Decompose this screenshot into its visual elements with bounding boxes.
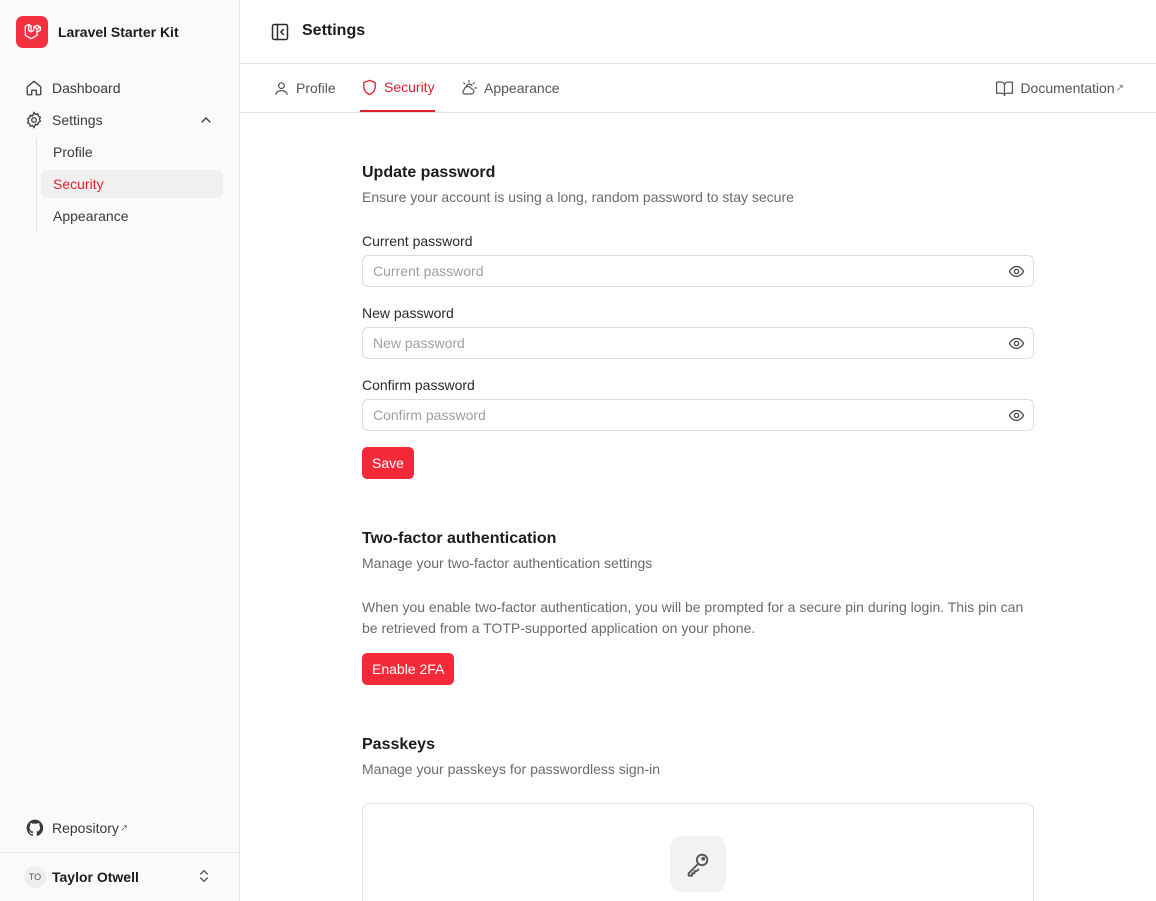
- passkeys-title: Passkeys: [362, 736, 435, 753]
- home-icon: [24, 78, 44, 98]
- sidebar-toggle-icon[interactable]: [270, 22, 290, 42]
- external-link-icon: ↗: [1115, 82, 1124, 94]
- chevron-up-down-icon: [196, 867, 212, 888]
- divider: [0, 852, 240, 853]
- sidebar-item-label: Settings: [52, 112, 103, 128]
- confirm-password-label: Confirm password: [362, 377, 475, 393]
- laravel-logo-icon: [16, 16, 48, 48]
- new-password-label: New password: [362, 305, 454, 321]
- sidebar-subitem-appearance[interactable]: Appearance: [41, 202, 223, 230]
- new-password-field: [362, 327, 1034, 359]
- tab-label: Appearance: [484, 80, 560, 96]
- sidebar-item-dashboard[interactable]: Dashboard: [24, 76, 224, 100]
- user-name: Taylor Otwell: [52, 869, 139, 885]
- tab-label: Profile: [296, 80, 336, 96]
- settings-tabs: Profile Security Appearance Documentatio…: [240, 64, 1156, 113]
- eye-icon[interactable]: [1007, 406, 1025, 424]
- confirm-password-input[interactable]: [363, 400, 983, 430]
- passkeys-card: [362, 803, 1034, 901]
- sidebar-nav: Dashboard Settings: [24, 76, 224, 140]
- github-icon: [24, 817, 46, 839]
- eye-icon[interactable]: [1007, 262, 1025, 280]
- tab-profile[interactable]: Profile: [272, 64, 336, 112]
- sidebar: Laravel Starter Kit Dashboard Settings P…: [0, 0, 240, 901]
- brand[interactable]: Laravel Starter Kit: [16, 16, 179, 48]
- sidebar-subitem-profile[interactable]: Profile: [41, 138, 223, 166]
- chevron-up-icon[interactable]: [198, 112, 214, 131]
- twofa-title: Two-factor authentication: [362, 530, 557, 547]
- tab-label: Security: [384, 79, 435, 95]
- twofa-description: Manage your two-factor authentication se…: [362, 555, 653, 571]
- update-password-description: Ensure your account is using a long, ran…: [362, 189, 794, 205]
- sidebar-subitem-security[interactable]: Security: [41, 170, 223, 198]
- topbar: Settings: [240, 0, 1156, 64]
- sun-cloud-icon: [460, 79, 478, 97]
- app-name: Laravel Starter Kit: [58, 24, 179, 40]
- passkeys-description: Manage your passkeys for passwordless si…: [362, 761, 661, 777]
- external-link-icon: ↗: [119, 822, 129, 834]
- enable-2fa-button[interactable]: Enable 2FA: [362, 653, 455, 685]
- user-menu[interactable]: TO Taylor Otwell: [24, 865, 224, 889]
- sidebar-item-label: Dashboard: [52, 80, 121, 96]
- save-button[interactable]: Save: [362, 447, 414, 479]
- confirm-password-field: [362, 399, 1034, 431]
- documentation-label: Documentation: [1020, 80, 1115, 96]
- avatar: TO: [24, 866, 46, 888]
- current-password-field: [362, 255, 1034, 287]
- book-open-icon: [994, 78, 1014, 98]
- shield-icon: [360, 78, 378, 96]
- repository-link[interactable]: Repository ↗: [24, 817, 128, 839]
- settings-subnav: Profile Security Appearance: [36, 138, 224, 232]
- tab-appearance[interactable]: Appearance: [460, 64, 560, 112]
- tab-security[interactable]: Security: [360, 64, 435, 112]
- twofa-info: When you enable two-factor authenticatio…: [362, 599, 1024, 636]
- page-title: Settings: [302, 22, 366, 39]
- user-icon: [272, 79, 290, 97]
- eye-icon[interactable]: [1007, 334, 1025, 352]
- documentation-link[interactable]: Documentation ↗: [994, 64, 1124, 112]
- sidebar-item-settings[interactable]: Settings: [24, 108, 224, 132]
- gear-icon: [24, 110, 44, 130]
- new-password-input[interactable]: [363, 328, 983, 358]
- current-password-input[interactable]: [363, 256, 983, 286]
- repository-label: Repository: [52, 820, 119, 836]
- key-icon: [670, 836, 726, 892]
- update-password-title: Update password: [362, 164, 496, 181]
- current-password-label: Current password: [362, 233, 473, 249]
